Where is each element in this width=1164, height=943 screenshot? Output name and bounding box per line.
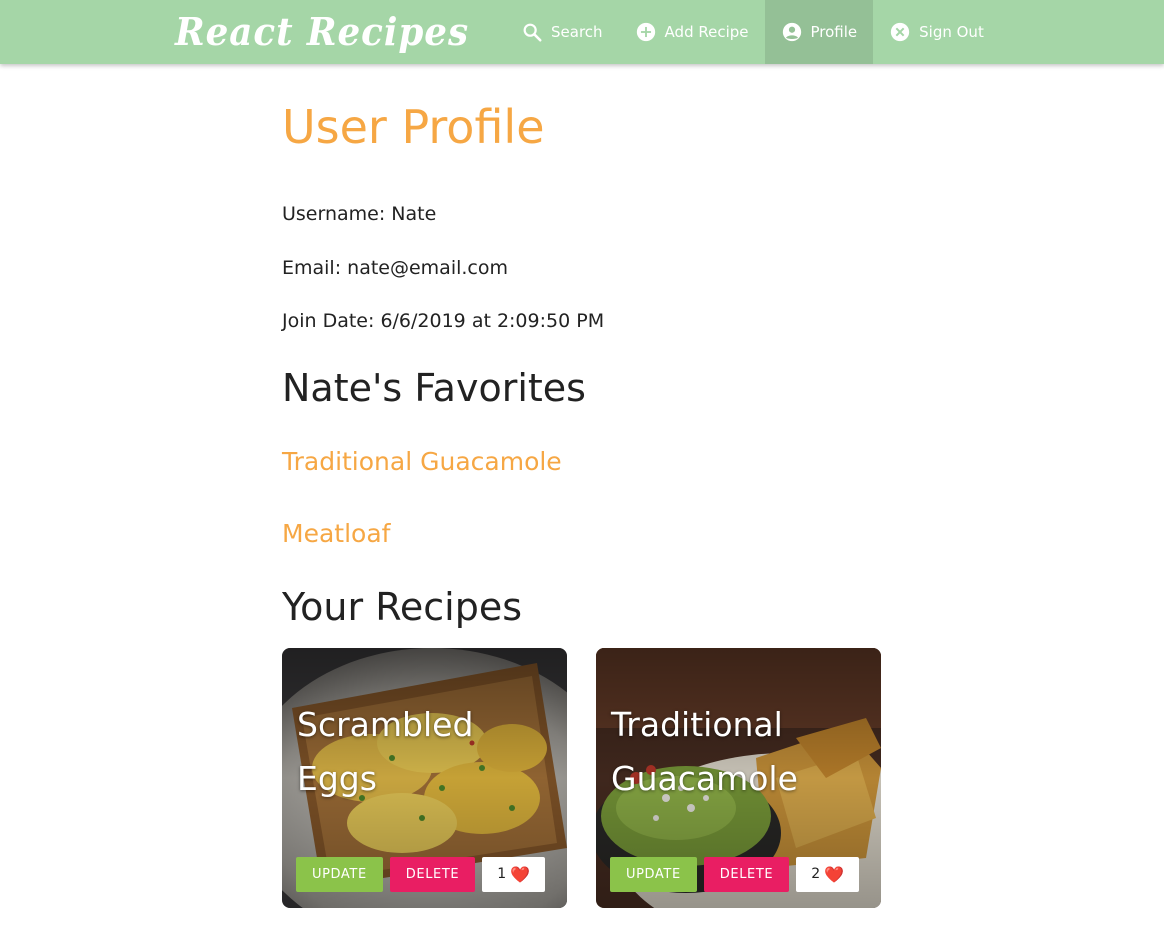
nav-search-label: Search xyxy=(551,23,603,41)
nav-profile-label: Profile xyxy=(810,23,858,41)
likes-badge: 1 ❤️ xyxy=(482,857,546,892)
likes-badge: 2 ❤️ xyxy=(796,857,860,892)
recipe-card-scrambled-eggs[interactable]: Scrambled Eggs Update Delete 1 ❤️ xyxy=(282,648,567,908)
brand-logo[interactable]: React Recipes xyxy=(175,8,469,56)
nav-search-link[interactable]: Search xyxy=(505,0,619,64)
top-navbar: React Recipes Search Add Recipe Profile … xyxy=(0,0,1164,64)
update-button[interactable]: Update xyxy=(296,857,383,892)
email-text: Email: nate@email.com xyxy=(282,257,508,279)
delete-button[interactable]: Delete xyxy=(703,857,790,892)
update-button[interactable]: Update xyxy=(610,857,697,892)
heart-icon: ❤️ xyxy=(824,865,845,884)
recipe-card-actions: Update Delete 1 ❤️ xyxy=(296,857,546,892)
add-circle-icon xyxy=(635,21,657,43)
your-recipes-heading: Your Recipes xyxy=(282,585,523,629)
favorites-heading: Nate's Favorites xyxy=(282,366,586,410)
nav-profile-link[interactable]: Profile xyxy=(764,0,874,64)
account-circle-icon xyxy=(781,21,803,43)
username-text: Username: Nate xyxy=(282,203,437,225)
recipe-card-title: Scrambled Eggs xyxy=(297,705,474,798)
nav-sign-out-label: Sign Out xyxy=(919,23,984,41)
favorite-link-meatloaf[interactable]: Meatloaf xyxy=(282,519,390,548)
recipe-card-traditional-guacamole[interactable]: Traditional Guacamole Update Delete 2 ❤️ xyxy=(596,648,881,908)
join-date-text: Join Date: 6/6/2019 at 2:09:50 PM xyxy=(282,310,605,332)
likes-count: 1 xyxy=(497,866,507,882)
likes-count: 2 xyxy=(811,866,821,882)
heart-icon: ❤️ xyxy=(510,865,531,884)
recipe-card-title: Traditional Guacamole xyxy=(611,705,798,798)
nav-add-recipe-link[interactable]: Add Recipe xyxy=(619,0,765,64)
favorite-link-guacamole[interactable]: Traditional Guacamole xyxy=(282,447,562,476)
nav-add-recipe-label: Add Recipe xyxy=(664,23,749,41)
recipe-card-actions: Update Delete 2 ❤️ xyxy=(610,857,860,892)
cancel-circle-icon xyxy=(889,21,911,43)
nav-sign-out-link[interactable]: Sign Out xyxy=(873,0,1000,64)
delete-button[interactable]: Delete xyxy=(389,857,476,892)
search-icon xyxy=(521,21,543,43)
page-title: User Profile xyxy=(282,100,545,154)
nav-links: Search Add Recipe Profile Sign Out xyxy=(505,0,1000,64)
